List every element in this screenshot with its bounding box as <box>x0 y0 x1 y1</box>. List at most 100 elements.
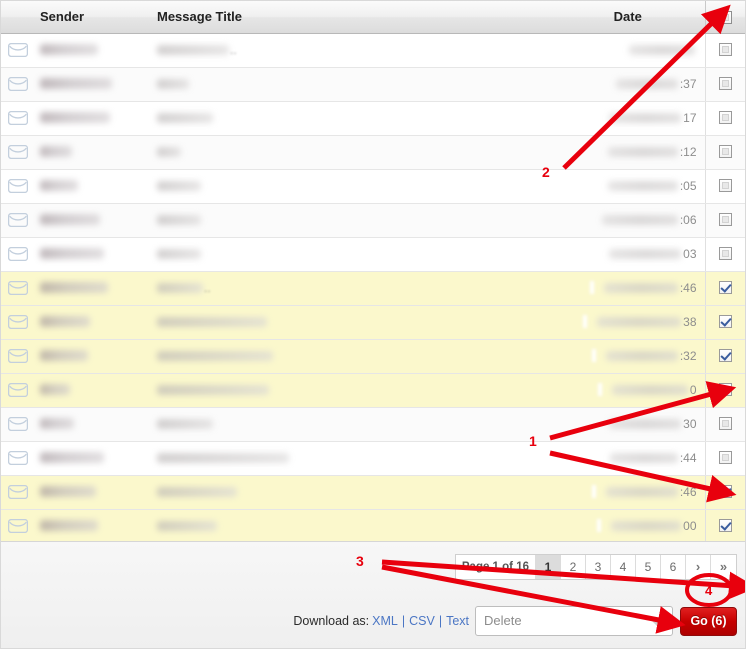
pagination-page-6[interactable]: 6 <box>661 555 686 579</box>
table-row[interactable]: .. <box>1 33 745 68</box>
pagination-page-3[interactable]: 3 <box>586 555 611 579</box>
cell-date: :06 <box>551 203 705 238</box>
cell-message-title <box>147 203 551 238</box>
message-list-screen: Sender Message Title Date ..:37 17:12:05:… <box>0 0 746 649</box>
column-header-sender[interactable]: Sender <box>35 1 147 34</box>
pagination: Page 1 of 16 1 2 3 4 5 6 › » <box>454 554 737 580</box>
download-csv-link[interactable]: CSV <box>409 614 435 628</box>
table-row[interactable]: ..:46 <box>1 271 745 306</box>
row-checkbox[interactable] <box>718 315 732 329</box>
pagination-next-icon[interactable]: › <box>686 555 711 579</box>
table-body: ..:37 17:12:05:06 03..:46 38:32 0 30:44:46 00 <box>1 33 745 544</box>
table-row[interactable]: :37 <box>1 67 745 102</box>
cell-sender <box>35 33 147 68</box>
cell-sender <box>35 475 147 510</box>
row-checkbox[interactable] <box>718 145 732 159</box>
row-checkbox[interactable] <box>718 77 732 91</box>
envelope-icon <box>1 101 35 136</box>
cell-message-title <box>147 475 551 510</box>
cell-message-title: .. <box>147 33 551 68</box>
chevron-down-icon <box>651 620 663 626</box>
table-row[interactable]: :06 <box>1 203 745 238</box>
envelope-icon <box>1 135 35 170</box>
cell-date: 38 <box>551 305 705 340</box>
envelope-icon <box>1 373 35 408</box>
envelope-icon <box>1 509 35 544</box>
download-and-action-row: Download as: XML | CSV | Text Delete Go … <box>293 606 737 636</box>
go-button[interactable]: Go (6) <box>680 606 737 636</box>
cell-message-title <box>147 101 551 136</box>
row-checkbox[interactable] <box>718 485 732 499</box>
cell-message-title <box>147 237 551 272</box>
row-checkbox[interactable] <box>718 349 732 363</box>
cell-sender <box>35 339 147 374</box>
table-row[interactable]: 30 <box>1 407 745 442</box>
table-row[interactable]: 38 <box>1 305 745 340</box>
table-row[interactable]: :44 <box>1 441 745 476</box>
table-row[interactable]: 00 <box>1 509 745 544</box>
pagination-page-2[interactable]: 2 <box>561 555 586 579</box>
envelope-icon <box>1 339 35 374</box>
envelope-icon <box>1 305 35 340</box>
table-row[interactable]: :12 <box>1 135 745 170</box>
select-all-checkbox[interactable] <box>718 11 732 25</box>
footer-toolbar: Page 1 of 16 1 2 3 4 5 6 › » Download as… <box>1 541 745 648</box>
cell-date: 03 <box>551 237 705 272</box>
row-checkbox[interactable] <box>718 451 732 465</box>
row-checkbox[interactable] <box>718 111 732 125</box>
cell-date: :05 <box>551 169 705 204</box>
cell-message-title <box>147 373 551 408</box>
pagination-page-5[interactable]: 5 <box>636 555 661 579</box>
table-row[interactable]: 17 <box>1 101 745 136</box>
envelope-icon <box>1 237 35 272</box>
cell-date: :37 <box>551 67 705 102</box>
cell-select <box>704 509 745 544</box>
pagination-page-1[interactable]: 1 <box>536 555 561 579</box>
row-checkbox[interactable] <box>718 43 732 57</box>
cell-select <box>704 441 745 476</box>
messages-table: Sender Message Title Date ..:37 17:12:05:… <box>1 1 745 544</box>
row-checkbox[interactable] <box>718 247 732 261</box>
pagination-last-icon[interactable]: » <box>711 555 736 579</box>
pagination-page-label: Page 1 of 16 <box>455 555 536 579</box>
cell-sender <box>35 271 147 306</box>
cell-sender <box>35 407 147 442</box>
pagination-page-4[interactable]: 4 <box>611 555 636 579</box>
row-checkbox[interactable] <box>718 213 732 227</box>
cell-sender <box>35 509 147 544</box>
table-row[interactable]: :32 <box>1 339 745 374</box>
envelope-icon <box>1 475 35 510</box>
row-checkbox[interactable] <box>718 179 732 193</box>
cell-sender <box>35 373 147 408</box>
cell-select <box>704 407 745 442</box>
row-checkbox[interactable] <box>718 519 732 533</box>
envelope-icon <box>1 407 35 442</box>
row-checkbox[interactable] <box>718 417 732 431</box>
download-xml-link[interactable]: XML <box>372 614 398 628</box>
cell-select <box>704 373 745 408</box>
column-header-message-title[interactable]: Message Title <box>147 1 551 34</box>
cell-message-title <box>147 305 551 340</box>
bulk-action-select[interactable]: Delete <box>475 606 673 636</box>
row-checkbox[interactable] <box>718 383 732 397</box>
cell-date: :44 <box>551 441 705 476</box>
cell-date: :12 <box>551 135 705 170</box>
table-row[interactable]: 0 <box>1 373 745 408</box>
envelope-icon <box>1 33 35 68</box>
column-header-icon <box>1 1 35 34</box>
cell-select <box>704 305 745 340</box>
table-header: Sender Message Title Date <box>1 1 745 34</box>
cell-date: 00 <box>551 509 705 544</box>
cell-message-title <box>147 67 551 102</box>
row-checkbox[interactable] <box>718 281 732 295</box>
cell-sender <box>35 169 147 204</box>
cell-message-title <box>147 509 551 544</box>
download-text-link[interactable]: Text <box>446 614 469 628</box>
table-row[interactable]: 03 <box>1 237 745 272</box>
cell-select <box>704 101 745 136</box>
cell-date: 0 <box>551 373 705 408</box>
table-row[interactable]: :05 <box>1 169 745 204</box>
cell-date <box>551 33 705 68</box>
table-row[interactable]: :46 <box>1 475 745 510</box>
column-header-date[interactable]: Date <box>551 1 705 34</box>
